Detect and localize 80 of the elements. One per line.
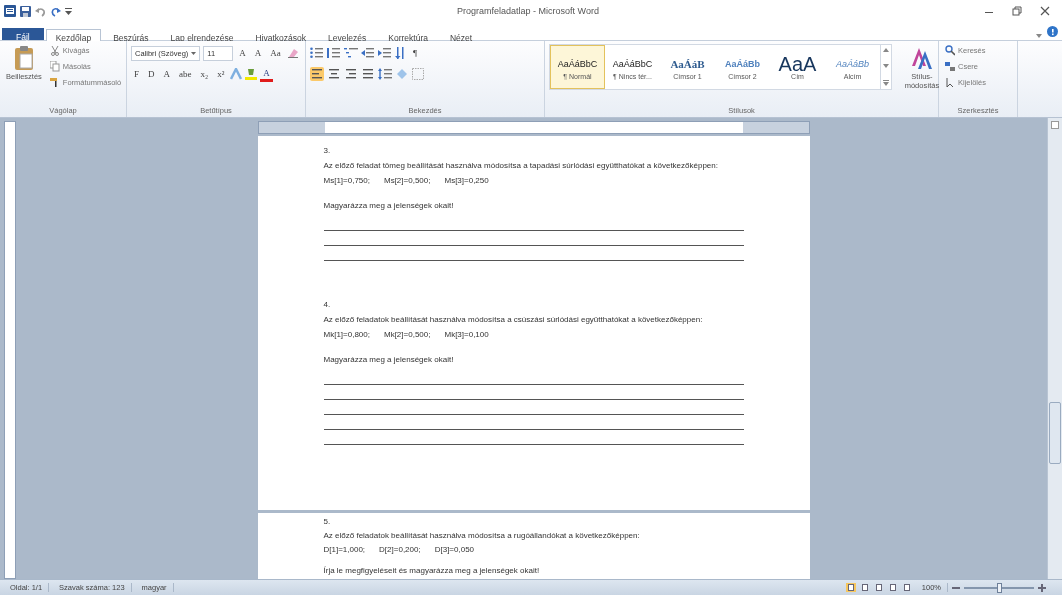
undo-icon[interactable] — [35, 5, 46, 17]
ribbon-tab[interactable]: Levelezés — [318, 29, 377, 40]
line-spacing-icon[interactable] — [378, 68, 392, 80]
parameter-value: Mk[2]=0,500; — [384, 329, 431, 341]
customize-caret-icon[interactable] — [65, 6, 72, 16]
format-button[interactable]: x² — [214, 68, 228, 80]
decrease-indent-icon[interactable] — [361, 47, 375, 59]
reading-icon[interactable] — [859, 583, 870, 592]
dropdown-caret-icon — [191, 51, 197, 55]
align-left-icon[interactable] — [310, 67, 324, 81]
save-icon[interactable] — [20, 5, 31, 17]
font-color-button[interactable]: A — [260, 66, 273, 82]
scrollbar[interactable] — [1047, 118, 1062, 579]
task-text: Az előző feladatok beállítását használva módosítsa a csúszási súrlódási együtthatókat a következőképpen: — [323, 314, 704, 326]
format-button[interactable]: A — [160, 68, 173, 80]
format-button[interactable]: abe — [176, 68, 195, 80]
brush-icon — [49, 77, 60, 88]
styles-letters-icon — [911, 46, 933, 70]
scroll-up-icon[interactable] — [1051, 121, 1059, 129]
web-layout-icon[interactable] — [873, 583, 884, 592]
ribbon-tab[interactable]: Lap elrendezése — [160, 29, 244, 40]
find-icon — [945, 45, 955, 56]
ribbon-tab[interactable]: Korrektúra — [378, 29, 438, 40]
task-text: Magyarázza meg a jelenségek okait! — [323, 354, 455, 366]
increase-indent-icon[interactable] — [378, 47, 392, 59]
zoom-thumb[interactable] — [997, 582, 1002, 593]
help-icon[interactable] — [1047, 26, 1058, 37]
zoom-in-icon[interactable] — [1038, 583, 1046, 592]
align-right-icon[interactable] — [344, 67, 358, 81]
font-size-button[interactable]: A — [251, 47, 265, 59]
copy-icon — [49, 61, 60, 72]
parameter-value: Ms[3]=0,250 — [444, 175, 489, 187]
task-text: Az előző feladat tömeg beállítását használva módosítsa a tapadási súrlódási együtthatókat a következőképpen: — [323, 160, 719, 172]
word-icon[interactable] — [4, 5, 16, 17]
replace-icon — [945, 61, 955, 72]
close-icon[interactable] — [1040, 6, 1050, 16]
outline-icon[interactable] — [887, 583, 898, 592]
clipboard-icon — [13, 46, 34, 70]
task-text: Az előző feladatok beállítását használva módosítsa a rugóállandókat a következőképpen: — [323, 530, 641, 542]
parameter-value: Mk[3]=0,100 — [444, 329, 489, 341]
question-number: 4. — [323, 299, 332, 311]
parameter-value: Ms[2]=0,500; — [384, 175, 431, 187]
parameter-value: D[3]=0,050 — [434, 544, 475, 556]
show-marks-button[interactable]: ¶ — [410, 47, 421, 59]
print-layout-icon[interactable] — [845, 583, 856, 592]
question-number: 3. — [323, 145, 332, 157]
window-title: Programfeladatlap - Microsoft Word — [456, 6, 600, 16]
parameter-value: D[2]=0,200; — [379, 544, 421, 556]
parameter-value: D[1]=1,000; — [323, 544, 366, 556]
scroll-down-icon[interactable] — [883, 64, 889, 68]
multilevel-list-icon[interactable] — [344, 47, 358, 59]
sort-icon[interactable] — [395, 47, 407, 59]
align-center-icon[interactable] — [327, 67, 341, 81]
bullets-icon[interactable] — [310, 47, 324, 59]
justify-icon[interactable] — [361, 67, 375, 81]
question-number: 5. — [323, 516, 332, 528]
format-button[interactable]: D — [145, 68, 158, 80]
restore-icon[interactable] — [1012, 6, 1022, 16]
numbering-icon[interactable] — [327, 47, 341, 59]
parameter-value: Ms[1]=0,750; — [323, 175, 370, 187]
ribbon-tab[interactable]: Kezdőlap — [45, 29, 102, 41]
redo-icon[interactable] — [50, 5, 61, 17]
ribbon-tab[interactable]: Nézet — [440, 29, 483, 40]
scroll-thumb[interactable] — [1049, 401, 1061, 464]
ribbon-tab[interactable]: Hivatkozások — [245, 29, 316, 40]
file-tab[interactable]: Fájl — [2, 28, 44, 40]
font-size-button[interactable]: Aa — [267, 47, 284, 59]
draft-icon[interactable] — [901, 583, 912, 592]
format-button[interactable]: x₂ — [197, 68, 212, 80]
highlighter-icon[interactable] — [245, 68, 258, 80]
task-text: Írja le megfigyeléseit és magyarázza meg a jelenségek okait! — [323, 565, 541, 577]
task-text: Magyarázza meg a jelenségek okait! — [323, 200, 455, 212]
scroll-up-icon[interactable] — [883, 48, 889, 52]
format-button[interactable]: F — [131, 68, 142, 80]
ribbon-tab[interactable]: Beszúrás — [103, 29, 159, 40]
parameter-value: Mk[1]=0,800; — [323, 329, 370, 341]
clear-format-icon[interactable] — [286, 47, 299, 59]
more-styles-icon[interactable] — [883, 80, 889, 86]
font-size-button[interactable]: A — [236, 47, 249, 59]
scissors-icon — [49, 45, 60, 56]
